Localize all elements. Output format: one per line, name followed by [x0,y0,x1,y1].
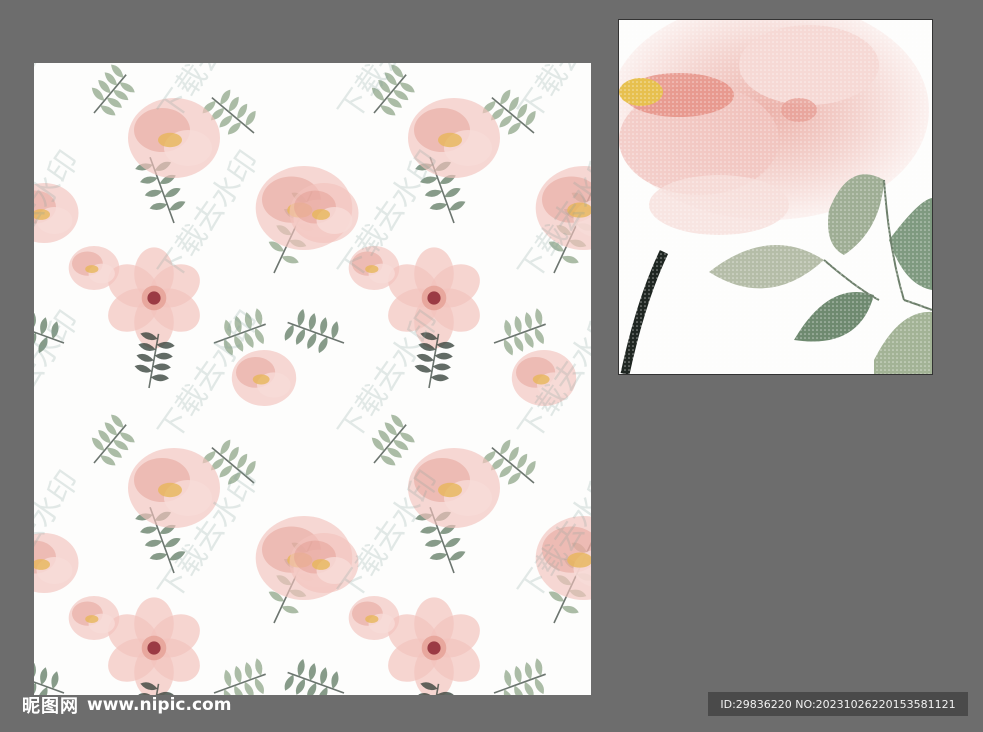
site-logo: 昵图网 [22,696,79,717]
leaf-sprig [213,658,266,695]
leaf-sprig [493,658,546,695]
zoomed-flower-detail [619,20,932,374]
leaf-sprig [134,332,175,389]
leaf-sprig [91,414,135,466]
rose-flower [68,246,120,290]
pattern-preview: 下载去水印 下载去水印 下载去水印 下载去水印 下载去水印 下载去水印 下载去水印 下载去水印… [34,63,591,695]
svg-text:下载去水印: 下载去水印 [512,63,591,128]
floral-pattern-artwork: 下载去水印 下载去水印 下载去水印下载去水印 下载去水印 下载去水印 下载去水印下载去水印… [34,63,591,695]
svg-text:下载去水印: 下载去水印 [34,63,87,128]
rose-flower [68,596,120,640]
site-url: www.nipic.com [87,695,232,715]
nipic-brand: 昵图网 www.nipic.com [22,692,231,718]
image-id-bar: ID:29836220 NO:20231026220153581121 [708,692,968,716]
leaf-sprig [284,308,345,354]
leaf-sprig [284,658,345,695]
rose-flower [289,183,359,243]
svg-text:下载去水印: 下载去水印 [332,465,447,608]
leaf-sprig [34,663,65,695]
svg-text:下载去水印: 下载去水印 [512,145,591,288]
svg-text:下载去水印: 下载去水印 [34,305,87,448]
image-id-text: ID:29836220 NO:20231026220153581121 [720,697,956,711]
leaf-sprig [91,64,135,116]
zoom-detail-panel [618,19,933,375]
